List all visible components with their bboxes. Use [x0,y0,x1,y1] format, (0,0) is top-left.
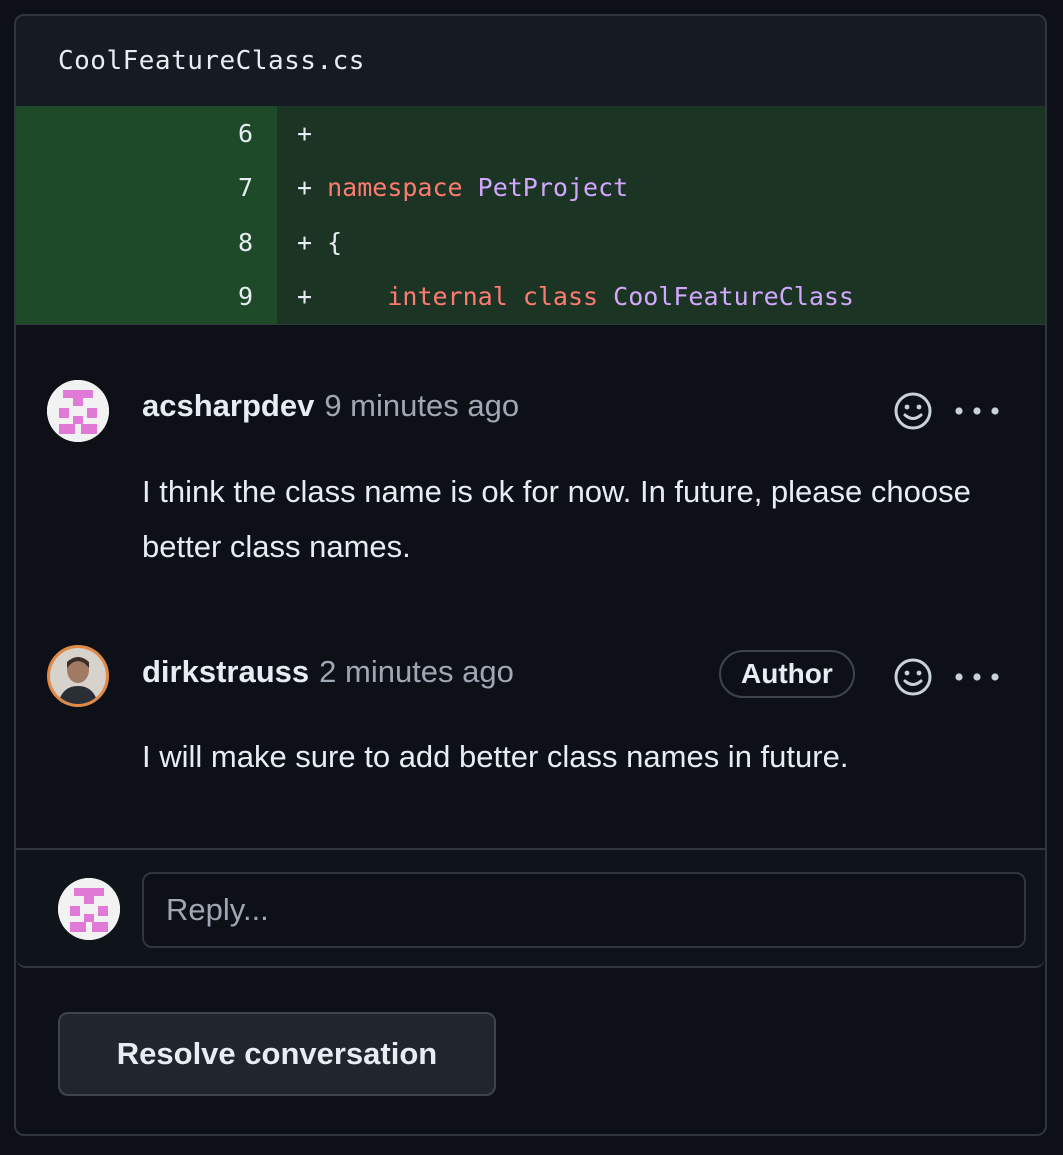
file-name[interactable]: CoolFeatureClass.cs [16,16,1045,106]
comment-header: acsharpdev 9 minutes ago [142,388,519,424]
timestamp[interactable]: 9 minutes ago [324,388,519,423]
code-token: namespace [327,173,463,203]
resolve-conversation-button[interactable]: Resolve conversation [58,1012,496,1096]
diff-sign: + [297,118,313,148]
code-token: internal [387,282,508,312]
identicon-avatar-icon [58,878,120,940]
code-line: + [277,106,1045,161]
kebab-icon[interactable] [952,389,1002,433]
photo-avatar-icon [50,648,106,704]
avatar [58,878,120,940]
diff-sign: + [297,173,313,203]
author-name[interactable]: dirkstrauss [142,654,309,689]
identicon-avatar-icon [47,380,109,442]
review-thread-card: CoolFeatureClass.cs 6 + 7 + namespace PetP… [14,14,1047,1136]
comment-header: dirkstrauss 2 minutes ago [142,654,514,690]
avatar[interactable] [47,380,109,442]
avatar[interactable] [47,645,109,707]
timestamp[interactable]: 2 minutes ago [319,654,514,689]
diff-line: 6 + [16,106,1045,161]
smiley-icon[interactable] [891,655,935,699]
line-number[interactable]: 9 [16,269,277,324]
diff-sign: + [297,227,313,257]
code-line: + namespace PetProject [277,160,1045,215]
diff-line: 7 + namespace PetProject [16,160,1045,215]
code-token: class [522,282,599,312]
author-badge: Author [719,650,855,698]
smiley-icon[interactable] [891,389,935,433]
code-token: CoolFeatureClass [613,282,854,312]
author-name[interactable]: acsharpdev [142,388,314,423]
diff-line: 9 + internal class CoolFeatureClass [16,269,1045,324]
diff-line: 8 + { [16,215,1045,270]
comment-body: I will make sure to add better class nam… [142,739,849,774]
reply-input[interactable] [142,872,1026,948]
code-line: + { [277,215,1045,270]
diff-hunk: 6 + 7 + namespace PetProject 8 + {9 + interna… [16,106,1045,324]
code-token: PetProject [477,173,629,203]
line-number[interactable]: 8 [16,215,277,270]
line-number[interactable]: 7 [16,160,277,215]
code-line: + internal class CoolFeatureClass [277,269,1045,324]
comment-thread: acsharpdev 9 minutes ago I think the clas… [16,324,1045,845]
code-token: { [327,227,343,257]
comment-body: I think the class name is ok for now. In… [142,474,971,564]
reply-box [16,848,1045,968]
kebab-icon[interactable] [952,655,1002,699]
diff-sign: + [297,282,313,312]
line-number[interactable]: 6 [16,106,277,161]
